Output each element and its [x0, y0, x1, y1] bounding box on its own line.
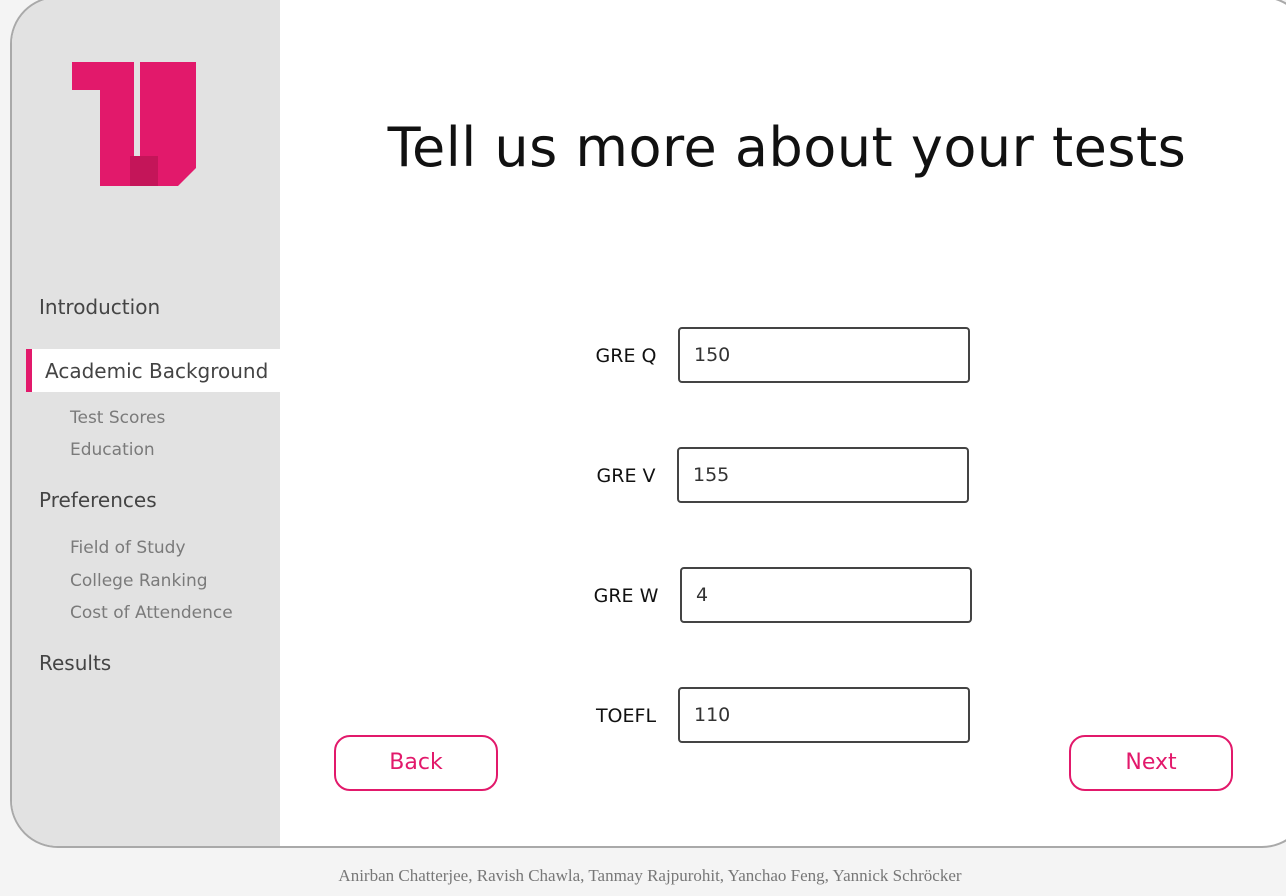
nav-education[interactable]: Education [70, 440, 155, 460]
gre-q-label: GRE Q [595, 345, 657, 367]
nav-preferences[interactable]: Preferences [39, 488, 157, 512]
nav-introduction[interactable]: Introduction [39, 295, 160, 319]
back-button[interactable]: Back [334, 735, 498, 791]
nav-college-ranking[interactable]: College Ranking [70, 571, 208, 591]
sidebar: Introduction Academic Background Test Sc… [12, 0, 280, 846]
app-card: Introduction Academic Background Test Sc… [10, 0, 1286, 848]
toefl-input[interactable] [678, 687, 970, 743]
nav-field-of-study[interactable]: Field of Study [70, 538, 186, 558]
nav-academic-background[interactable]: Academic Background [26, 349, 280, 392]
nav-academic-background-label: Academic Background [45, 359, 269, 383]
nav-results[interactable]: Results [39, 651, 111, 675]
gre-w-input[interactable] [680, 567, 972, 623]
footer-authors: Anirban Chatterjee, Ravish Chawla, Tanma… [338, 866, 962, 885]
page-title: Tell us more about your tests [387, 116, 1187, 179]
nav-test-scores[interactable]: Test Scores [70, 408, 165, 428]
nav-cost-of-attendence[interactable]: Cost of Attendence [70, 603, 233, 623]
next-button[interactable]: Next [1069, 735, 1233, 791]
u-logo-icon [72, 62, 200, 193]
gre-w-label: GRE W [593, 585, 659, 607]
gre-v-input[interactable] [677, 447, 969, 503]
gre-q-input[interactable] [678, 327, 970, 383]
gre-v-label: GRE V [596, 465, 656, 487]
toefl-label: TOEFL [595, 705, 657, 727]
